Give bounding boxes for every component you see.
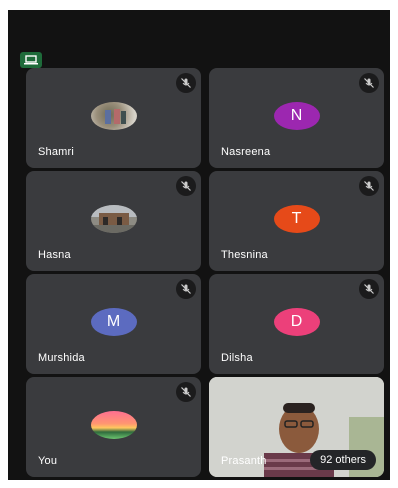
participant-tile-shamri[interactable]: Shamri bbox=[26, 68, 201, 168]
others-count-button[interactable]: 92 others bbox=[310, 450, 376, 470]
participant-tile-dilsha[interactable]: D Dilsha bbox=[209, 274, 384, 374]
meeting-screen: Shamri N Nasreena Hasna T Thesnina M Mur… bbox=[8, 10, 390, 480]
laptop-screen-icon-glyph bbox=[24, 55, 38, 65]
participant-name: Nasreena bbox=[221, 146, 271, 158]
mic-off-icon bbox=[176, 73, 196, 93]
participant-name: Dilsha bbox=[221, 352, 253, 364]
participant-name: Thesnina bbox=[221, 249, 268, 261]
participant-name: Prasanth bbox=[221, 455, 267, 467]
sunset-photo-avatar bbox=[90, 411, 137, 439]
participant-tile-thesnina[interactable]: T Thesnina bbox=[209, 171, 384, 271]
mic-off-icon bbox=[359, 73, 379, 93]
participant-tile-murshida[interactable]: M Murshida bbox=[26, 274, 201, 374]
mic-off-icon bbox=[359, 279, 379, 299]
participant-tile-hasna[interactable]: Hasna bbox=[26, 171, 201, 271]
participant-tile-nasreena[interactable]: N Nasreena bbox=[209, 68, 384, 168]
initial-avatar: M bbox=[90, 308, 137, 336]
mic-off-icon bbox=[176, 176, 196, 196]
laptop-screen-icon[interactable] bbox=[20, 52, 42, 68]
participant-name: Murshida bbox=[38, 352, 85, 364]
mic-off-icon bbox=[176, 382, 196, 402]
participant-video-tile-prasanth[interactable]: Prasanth 92 others bbox=[209, 377, 384, 477]
participant-tile-you[interactable]: You bbox=[26, 377, 201, 477]
initial-avatar: D bbox=[273, 308, 320, 336]
participant-name: You bbox=[38, 455, 58, 467]
mic-off-icon bbox=[176, 279, 196, 299]
initial-avatar: N bbox=[273, 102, 320, 130]
initial-avatar: T bbox=[273, 205, 320, 233]
group-photo-avatar bbox=[90, 102, 137, 130]
mic-off-icon bbox=[359, 176, 379, 196]
house-photo-avatar bbox=[90, 205, 137, 233]
participant-name: Hasna bbox=[38, 249, 71, 261]
participant-name: Shamri bbox=[38, 146, 75, 158]
